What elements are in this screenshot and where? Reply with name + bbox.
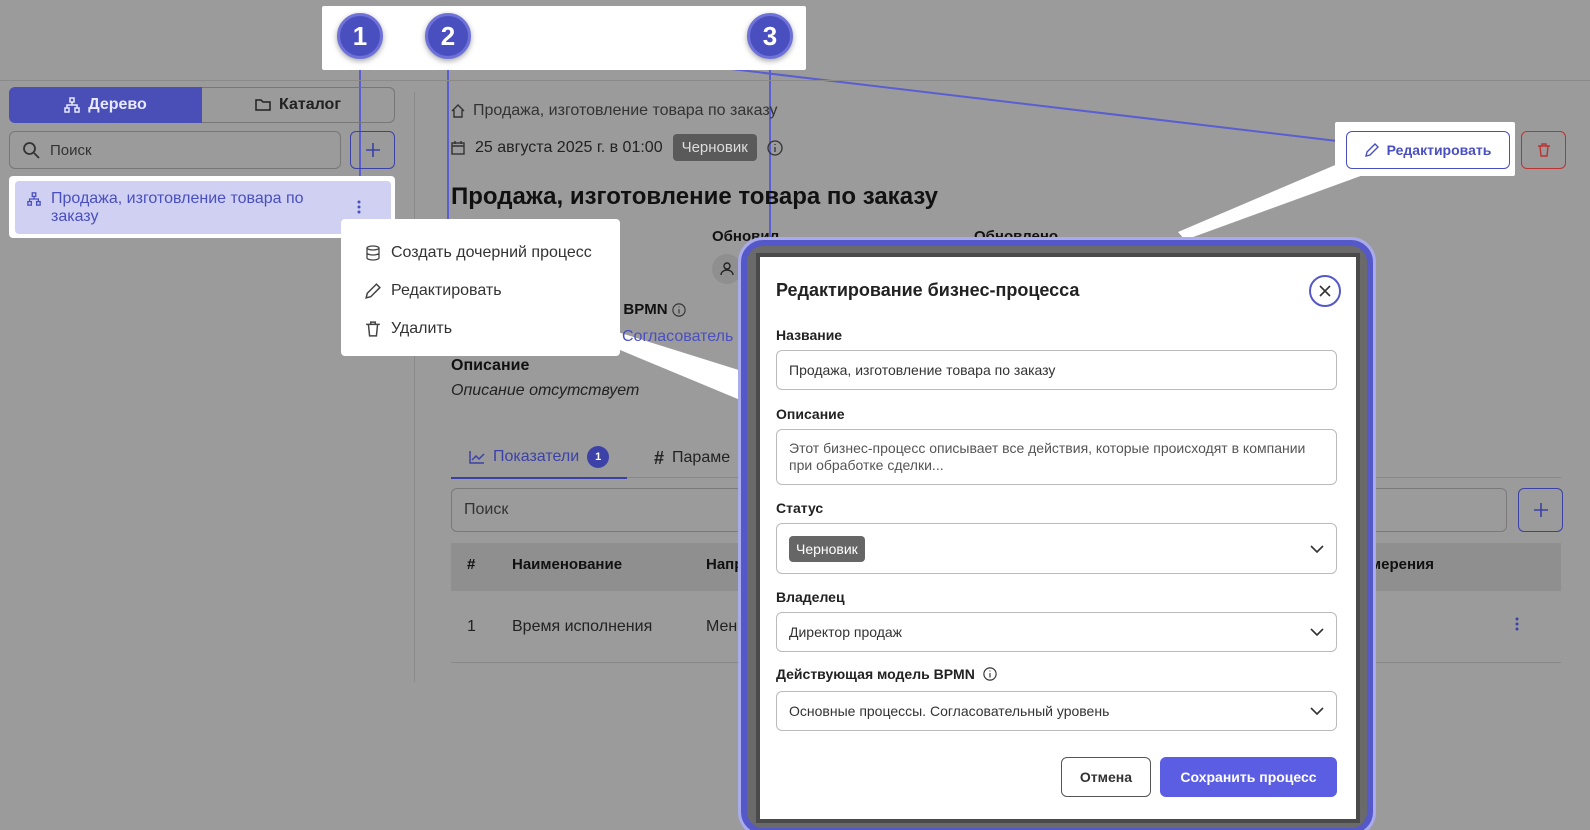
edit-button[interactable]: Редактировать (1346, 131, 1510, 169)
plus-icon (1532, 501, 1550, 519)
column-header-number: # (467, 556, 476, 573)
tab-parameters-label: Параме (672, 449, 731, 466)
edit-button-label: Редактировать (1386, 142, 1492, 158)
chevron-down-icon (1310, 628, 1324, 636)
hash-icon: # (654, 447, 665, 468)
name-input[interactable]: Продажа, изготовление товара по заказу (776, 350, 1337, 390)
table-cell-name: Время исполнения (512, 618, 653, 635)
database-icon (365, 245, 381, 261)
sidebar-add-button[interactable] (350, 131, 395, 169)
delete-button[interactable] (1521, 131, 1566, 169)
folder-icon (255, 97, 271, 113)
hierarchy-icon (27, 192, 41, 206)
bpmn-link[interactable]: Согласователь (622, 328, 733, 346)
main-search-placeholder: Поиск (464, 501, 509, 518)
callout-badge-1: 1 (337, 13, 383, 59)
trend-chart-icon (469, 450, 485, 464)
pencil-icon (1364, 143, 1379, 157)
main-add-button[interactable] (1518, 488, 1563, 532)
tab-indicators-label: Показатели (493, 448, 580, 465)
user-icon (720, 262, 734, 276)
status-badge: Черновик (672, 134, 757, 161)
meta-row: 25 августа 2025 г. в 01:00 Черновик (451, 134, 783, 161)
menu-item-delete[interactable]: Удалить (341, 310, 620, 348)
more-vertical-icon[interactable] (356, 199, 362, 220)
hierarchy-icon (64, 97, 80, 113)
table-cell-direction: Мен (706, 618, 738, 635)
bpmn-label: ь BPMN (610, 301, 686, 318)
menu-item-create-child[interactable]: Создать дочерний процесс (341, 234, 620, 272)
owner-label: Владелец (776, 589, 845, 605)
menu-item-label: Редактировать (391, 282, 502, 299)
bpmn-model-select[interactable]: Основные процессы. Согласовательный уров… (776, 691, 1337, 731)
breadcrumb-label[interactable]: Продажа, изготовление товара по заказу (473, 102, 777, 120)
tab-catalog-label: Каталог (279, 96, 341, 113)
status-chip: Черновик (789, 535, 865, 562)
column-header-direction[interactable]: Напр (706, 556, 743, 573)
tab-catalog[interactable]: Каталог (202, 87, 395, 123)
name-label: Название (776, 327, 843, 343)
description-textarea[interactable]: Этот бизнес-процесс описывает все действ… (776, 429, 1337, 485)
home-icon (451, 104, 465, 118)
close-icon (1319, 285, 1331, 297)
trash-icon (1537, 143, 1551, 157)
callout-badge-2: 2 (425, 13, 471, 59)
sidebar-divider (414, 92, 415, 682)
header-divider (0, 80, 1590, 81)
info-icon (672, 303, 686, 317)
tab-tree-label: Дерево (88, 96, 147, 113)
info-icon (983, 667, 997, 681)
description-value: Описание отсутствует (451, 382, 640, 399)
modal-title: Редактирование бизнес-процесса (776, 280, 1080, 300)
cancel-button[interactable]: Отмена (1061, 757, 1151, 797)
tab-tree[interactable]: Дерево (9, 87, 202, 123)
bpmn-model-label-text: Действующая модель BPMN (776, 666, 975, 682)
info-icon[interactable] (767, 139, 783, 156)
description-label: Описание (776, 406, 845, 422)
close-button[interactable] (1309, 275, 1341, 307)
tab-indicators[interactable]: Показатели 1 (451, 437, 628, 479)
tree-item-label: Продажа, изготовление товара по заказу (51, 190, 304, 225)
bpmn-model-label: Действующая модель BPMN (776, 666, 997, 682)
column-header-name[interactable]: Наименование (512, 556, 622, 573)
sidebar-search-placeholder: Поиск (50, 141, 92, 159)
menu-item-edit[interactable]: Редактировать (341, 272, 620, 310)
name-input-value: Продажа, изготовление товара по заказу (789, 362, 1056, 378)
page-title: Продажа, изготовление товара по заказу (451, 183, 939, 210)
trash-icon (365, 321, 381, 337)
menu-item-label: Создать дочерний процесс (391, 244, 592, 261)
sidebar-search-input[interactable]: Поиск (9, 131, 341, 169)
description-label: Описание (451, 357, 530, 374)
breadcrumb: Продажа, изготовление товара по заказу (451, 102, 777, 120)
menu-item-label: Удалить (391, 320, 453, 337)
calendar-icon (451, 140, 465, 155)
chevron-down-icon (1310, 544, 1324, 553)
chevron-down-icon (1310, 707, 1324, 715)
description-placeholder: Этот бизнес-процесс описывает все действ… (789, 440, 1306, 473)
table-cell-number: 1 (467, 618, 476, 635)
avatar (712, 254, 742, 284)
pencil-icon (365, 283, 381, 299)
plus-icon (364, 141, 382, 159)
tab-parameters[interactable]: # Параме (654, 437, 730, 479)
owner-select[interactable]: Директор продаж (776, 612, 1337, 652)
callout-strip (322, 6, 806, 70)
owner-value: Директор продаж (789, 624, 903, 640)
status-select[interactable]: Черновик (776, 523, 1337, 574)
bpmn-model-value: Основные процессы. Согласовательный уров… (789, 703, 1110, 719)
search-icon (22, 141, 40, 159)
row-more-icon[interactable] (1514, 616, 1520, 637)
tree-item[interactable]: Продажа, изготовление товара по заказу (15, 181, 391, 234)
save-process-button[interactable]: Сохранить процесс (1160, 757, 1337, 797)
column-header-unit[interactable]: мерения (1370, 556, 1434, 573)
callout-badge-3: 3 (747, 13, 793, 59)
tab-count-badge: 1 (587, 446, 610, 468)
status-label: Статус (776, 500, 824, 516)
date-text: 25 августа 2025 г. в 01:00 (475, 138, 663, 156)
context-menu: Создать дочерний процесс Редактировать У… (341, 219, 620, 356)
